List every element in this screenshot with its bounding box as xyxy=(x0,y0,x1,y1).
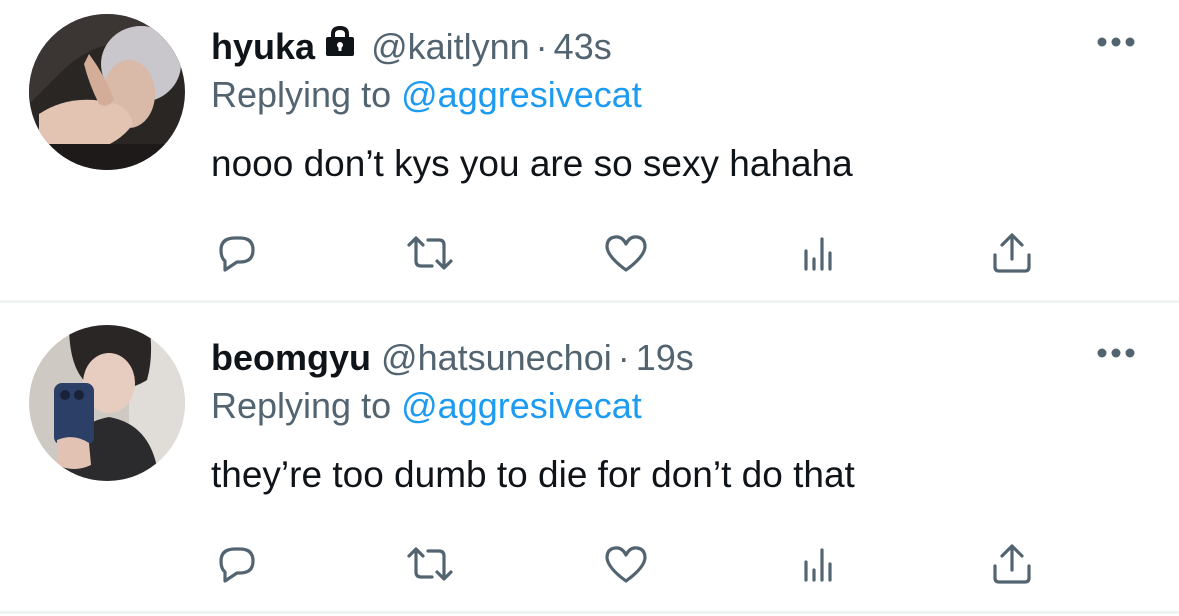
separator-dot: · xyxy=(617,337,630,378)
retweet-button[interactable] xyxy=(404,538,456,590)
share-icon xyxy=(993,544,1031,584)
user-handle[interactable]: @kaitlynn xyxy=(371,26,530,67)
more-icon xyxy=(1097,37,1135,47)
reply-icon xyxy=(219,236,255,272)
avatar-photo xyxy=(29,14,185,170)
views-icon xyxy=(804,237,832,271)
reply-context: Replying to @aggresivecat xyxy=(211,383,642,429)
like-icon xyxy=(605,546,647,583)
user-handle[interactable]: @hatsunechoi xyxy=(381,337,612,378)
tweet-text: nooo don’t kys you are so sexy hahaha xyxy=(211,143,853,184)
share-button[interactable] xyxy=(986,227,1038,279)
like-button[interactable] xyxy=(600,538,652,590)
reply-context: Replying to @aggresivecat xyxy=(211,72,642,118)
views-button[interactable] xyxy=(793,227,845,279)
display-name[interactable]: hyuka xyxy=(211,26,315,67)
tweet-header: hyuka @kaitlynn · 43s xyxy=(211,22,612,72)
tweet-text: they’re too dumb to die for don’t do tha… xyxy=(211,454,855,495)
tweet-header: beomgyu @hatsunechoi · 19s xyxy=(211,333,694,383)
tweet[interactable]: beomgyu @hatsunechoi · 19s Replying to @ag… xyxy=(0,311,1179,616)
retweet-button[interactable] xyxy=(404,227,456,279)
like-button[interactable] xyxy=(600,227,652,279)
reply-button[interactable] xyxy=(211,538,263,590)
views-button[interactable] xyxy=(793,538,845,590)
lock-icon xyxy=(323,20,357,70)
views-icon xyxy=(804,548,832,582)
separator-dot: · xyxy=(535,26,548,67)
display-name[interactable]: beomgyu xyxy=(211,337,371,378)
reply-button[interactable] xyxy=(211,227,263,279)
like-icon xyxy=(605,235,647,272)
more-icon xyxy=(1097,348,1135,358)
timestamp[interactable]: 19s xyxy=(636,337,694,378)
share-icon xyxy=(993,233,1031,273)
share-button[interactable] xyxy=(986,538,1038,590)
avatar-photo xyxy=(29,325,185,481)
tweet[interactable]: hyuka @kaitlynn · 43s Replying to @aggresi… xyxy=(0,0,1179,305)
reply-prefix: Replying to xyxy=(211,385,392,426)
retweet-icon xyxy=(407,236,453,270)
more-options-button[interactable] xyxy=(1094,28,1138,56)
more-options-button[interactable] xyxy=(1094,339,1138,367)
tweet-divider xyxy=(0,611,1179,614)
retweet-icon xyxy=(407,547,453,581)
timestamp[interactable]: 43s xyxy=(554,26,612,67)
reply-prefix: Replying to xyxy=(211,74,392,115)
reply-mention-link[interactable]: @aggresivecat xyxy=(401,74,642,115)
reply-mention-link[interactable]: @aggresivecat xyxy=(401,385,642,426)
tweet-divider xyxy=(0,300,1179,303)
avatar[interactable] xyxy=(29,325,185,481)
avatar[interactable] xyxy=(29,14,185,170)
reply-icon xyxy=(219,547,255,583)
